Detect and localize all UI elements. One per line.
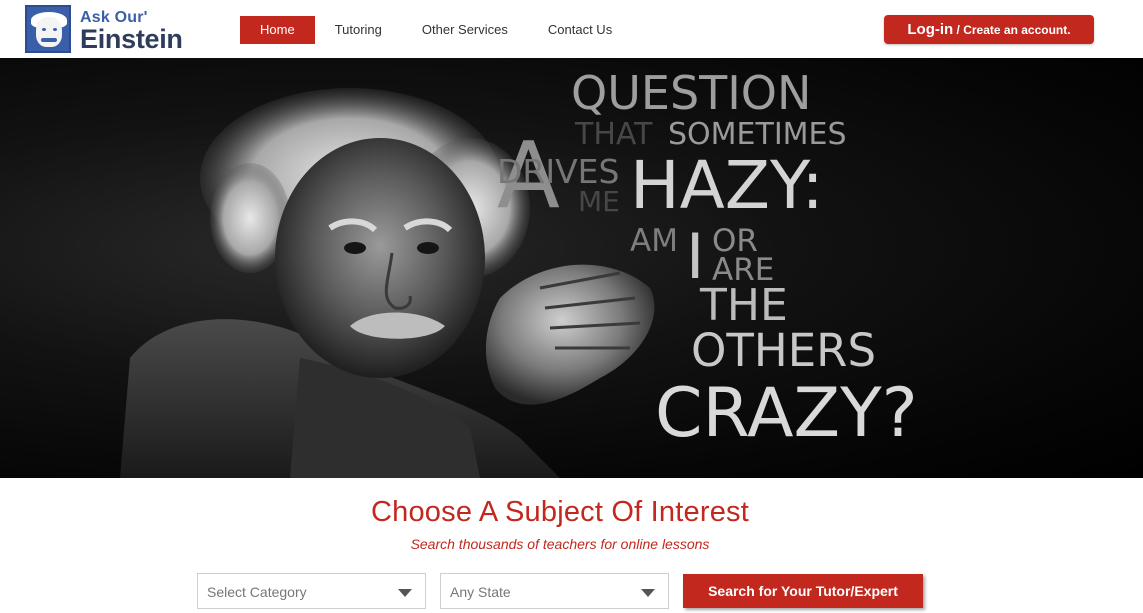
nav-tutoring[interactable]: Tutoring bbox=[315, 16, 402, 44]
logo-text-main: Einstein bbox=[80, 24, 183, 54]
nav-other-services[interactable]: Other Services bbox=[402, 16, 528, 44]
site-logo[interactable]: Ask Our' Einstein bbox=[25, 5, 190, 55]
main-nav: Home Tutoring Other Services Contact Us bbox=[240, 16, 632, 44]
einstein-logo-icon bbox=[25, 5, 71, 53]
chevron-down-icon bbox=[641, 589, 655, 597]
quote-hazy: HAZY: bbox=[630, 147, 824, 224]
create-account-label: / Create an account. bbox=[953, 23, 1071, 37]
login-button[interactable]: Log-in / Create an account. bbox=[884, 15, 1094, 44]
section-title: Choose A Subject Of Interest bbox=[371, 496, 749, 528]
hero-banner: A QUESTION THAT SOMETIMES DRIVES ME HAZY… bbox=[0, 58, 1143, 478]
quote-that: THAT bbox=[575, 117, 653, 152]
quote-am: AM bbox=[630, 223, 678, 259]
quote-question: QUESTION bbox=[571, 66, 812, 120]
section-subtitle: Search thousands of teachers for online … bbox=[410, 536, 710, 552]
state-select-value: Any State bbox=[450, 584, 511, 600]
category-select-value: Select Category bbox=[207, 584, 307, 600]
quote-sometimes: SOMETIMES bbox=[668, 117, 847, 152]
site-header: Ask Our' Einstein Home Tutoring Other Se… bbox=[0, 0, 1143, 58]
category-select[interactable]: Select Category bbox=[197, 573, 426, 609]
login-label: Log-in bbox=[907, 21, 954, 38]
nav-home[interactable]: Home bbox=[240, 16, 315, 44]
quote-crazy: CRAZY? bbox=[655, 374, 918, 453]
quote-i: I bbox=[686, 220, 705, 293]
quote-me: ME bbox=[578, 185, 620, 218]
quote-others: OTHERS bbox=[691, 324, 877, 377]
chevron-down-icon bbox=[398, 589, 412, 597]
state-select[interactable]: Any State bbox=[440, 573, 669, 609]
quote-the: THE bbox=[700, 280, 788, 331]
search-tutor-button[interactable]: Search for Your Tutor/Expert bbox=[683, 574, 923, 608]
nav-contact-us[interactable]: Contact Us bbox=[528, 16, 632, 44]
quote-drives: DRIVES bbox=[497, 152, 620, 191]
